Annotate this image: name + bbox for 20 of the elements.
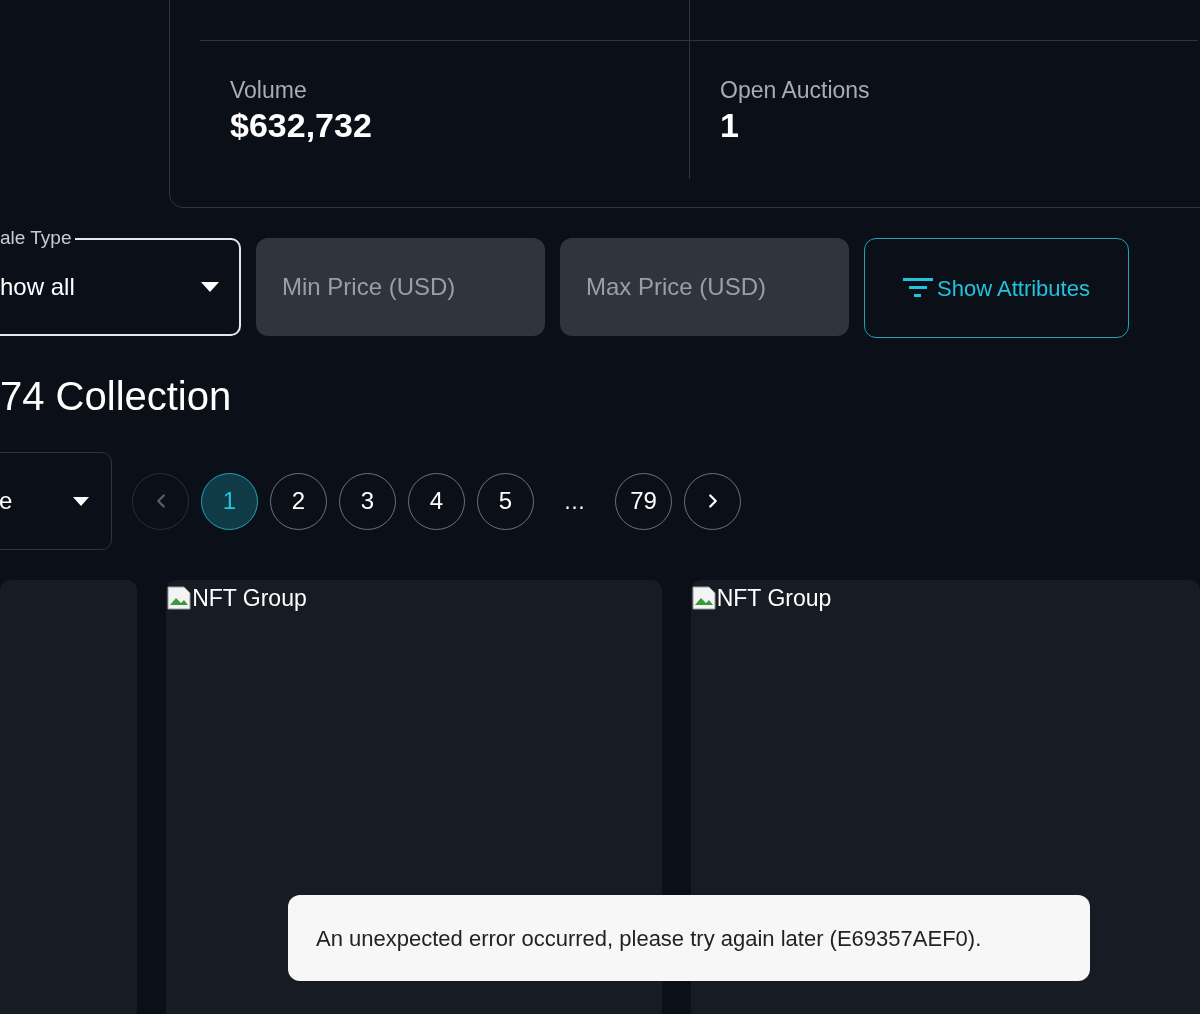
dropdown-caret-icon [73, 496, 89, 506]
image-alt-text: NFT Group [716, 584, 832, 613]
stat-label: Volume [230, 76, 308, 105]
page-button[interactable]: 1 [201, 472, 258, 530]
show-attributes-button[interactable]: Show Attributes [864, 238, 1129, 338]
image-alt-text: NFT Group [192, 584, 307, 613]
error-toast: An unexpected error occurred, please try again later (E69357AEF0). [288, 895, 1090, 981]
page-ellipsis: … [562, 487, 587, 516]
broken-image-icon [690, 585, 719, 611]
select-value: how all [0, 272, 75, 302]
dropdown-caret-icon [201, 282, 219, 292]
max-price-field[interactable]: Max Price (USD) [560, 238, 849, 336]
select-value: e [0, 486, 13, 516]
stat-value: 1 [720, 105, 740, 145]
filter-icon [903, 278, 934, 298]
collection-title: 74 Collection [0, 373, 232, 420]
sort-select[interactable]: e [0, 452, 112, 550]
min-price-field[interactable]: Min Price (USD) [256, 238, 545, 336]
stat-value: $632,732 [230, 105, 373, 145]
stat-label: Open Auctions [720, 76, 871, 105]
